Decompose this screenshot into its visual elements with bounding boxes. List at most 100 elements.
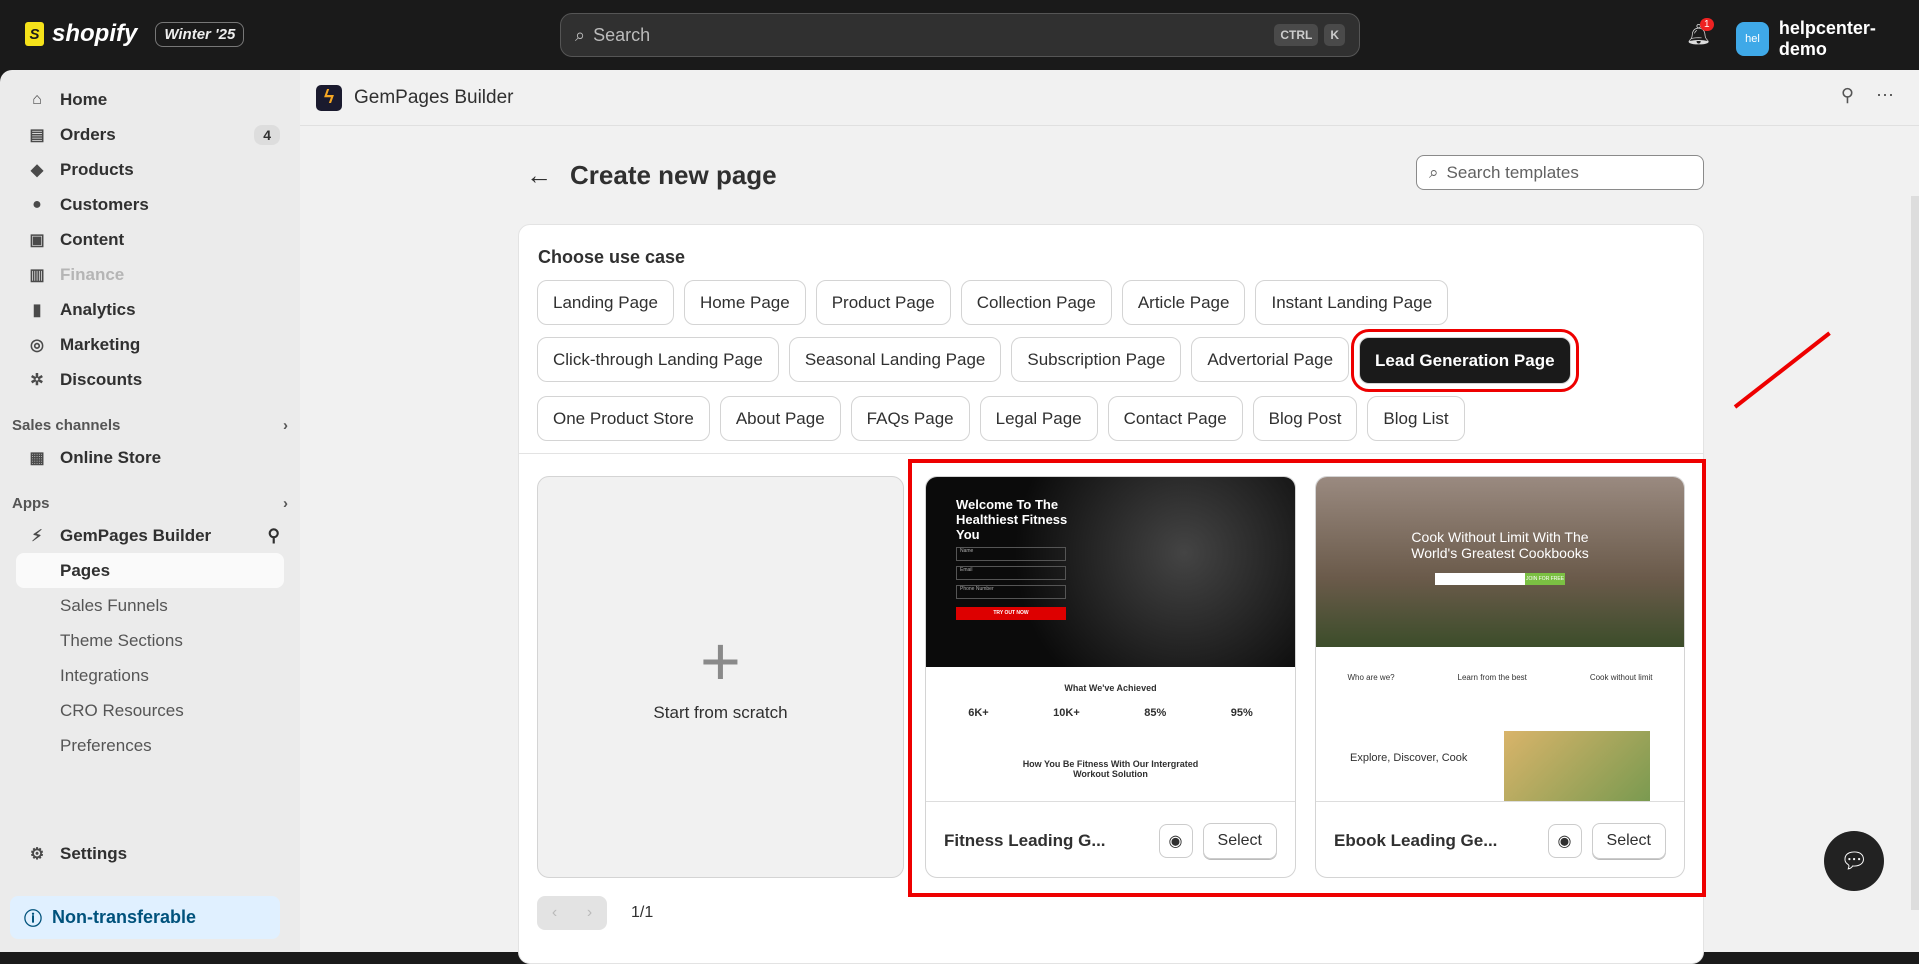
page-count: 1/1 xyxy=(631,904,654,921)
use-case-chip[interactable]: Instant Landing Page xyxy=(1255,280,1449,325)
count-badge: 4 xyxy=(254,124,280,145)
sidebar-item-products[interactable]: ◆ Products xyxy=(0,152,300,187)
sidebar-subitem[interactable]: Theme Sections xyxy=(0,623,300,658)
use-case-chip[interactable]: Blog Post xyxy=(1252,396,1358,441)
start-from-scratch[interactable]: + Start from scratch xyxy=(537,476,904,878)
use-case-chip[interactable]: Collection Page xyxy=(960,280,1112,325)
store-icon: ▦ xyxy=(29,449,45,467)
select-button[interactable]: Select xyxy=(1591,822,1666,859)
chevron-right-icon: › xyxy=(283,495,288,512)
use-case-chip[interactable]: Subscription Page xyxy=(1011,337,1182,382)
notification-badge: 1 xyxy=(1700,18,1714,31)
use-case-chips: Landing Page Home Page Product Page Collect… xyxy=(537,280,1657,441)
explore-text: Explore, Discover, Cook xyxy=(1350,752,1468,764)
main: ϟ GemPages Builder ⚲ ⋯ ← Create new page ⌕ S… xyxy=(300,70,1919,964)
search-placeholder: Search xyxy=(593,24,651,45)
sidebar-item-customers[interactable]: ● Customers xyxy=(0,187,300,222)
pin-icon[interactable]: ⚲ xyxy=(268,526,280,546)
use-case-chip[interactable]: Article Page xyxy=(1121,280,1246,325)
label: Non-transferable xyxy=(52,907,197,927)
more-icon[interactable]: ⋯ xyxy=(1876,85,1894,106)
label: Online Store xyxy=(60,447,162,467)
label: Discounts xyxy=(60,369,143,389)
placeholder: Search templates xyxy=(1446,162,1579,182)
shopify-logo[interactable]: Sshopify Winter '25 xyxy=(25,20,245,48)
scrollbar[interactable] xyxy=(1911,196,1919,910)
preview-eye-icon[interactable]: ◉ xyxy=(1547,823,1582,858)
template-card-fitness[interactable]: Welcome To The Healthiest Fitness You Na… xyxy=(925,476,1296,878)
use-case-chip[interactable]: Lead Generation Page xyxy=(1351,329,1579,392)
prev-icon[interactable]: ‹ xyxy=(552,904,557,922)
chat-icon[interactable]: 💬︎ xyxy=(1824,831,1884,891)
discounts-icon: ✲ xyxy=(30,371,44,389)
avatar: hel xyxy=(1736,22,1769,56)
sidebar-item-online-store[interactable]: ▦ Online Store xyxy=(0,440,300,475)
store-menu[interactable]: hel helpcenter-demo xyxy=(1736,18,1919,60)
sidebar-subitem[interactable]: Integrations xyxy=(0,658,300,693)
global-search[interactable]: ⌕ Search CTRL K xyxy=(560,13,1360,57)
page-title: Create new page xyxy=(570,160,777,190)
use-case-chip[interactable]: Click-through Landing Page xyxy=(537,337,779,382)
finance-icon: ▥ xyxy=(29,266,45,284)
col: Cook without limit xyxy=(1589,673,1653,682)
sidebar: ⌂ Home ▤ Orders 4 ◆ Products ● Customers ▣ Content… xyxy=(0,70,300,952)
sidebar-item-home[interactable]: ⌂ Home xyxy=(0,82,300,117)
sidebar-item-marketing[interactable]: ◎ Marketing xyxy=(0,327,300,362)
sidebar-item-analytics[interactable]: ▮ Analytics xyxy=(0,292,300,327)
use-case-chip[interactable]: One Product Store xyxy=(537,396,710,441)
sidebar-item-orders[interactable]: ▤ Orders 4 xyxy=(0,117,300,152)
search-templates-input[interactable]: ⌕ Search templates xyxy=(1416,155,1704,190)
use-case-chip[interactable]: FAQs Page xyxy=(850,396,970,441)
non-transferable-banner[interactable]: ⓘ Non-transferable xyxy=(10,896,280,939)
home-icon: ⌂ xyxy=(32,90,42,108)
label: Orders xyxy=(60,124,116,144)
template-name: Fitness Leading G... xyxy=(944,830,1106,850)
kbd-ctrl: CTRL xyxy=(1274,24,1319,46)
cta: TRY OUT NOW xyxy=(956,607,1066,620)
cta: JOIN FOR FREE xyxy=(1525,573,1565,585)
search-icon: ⌕ xyxy=(575,24,586,45)
sidebar-item-discounts[interactable]: ✲ Discounts xyxy=(0,362,300,397)
apps-label: Apps xyxy=(12,495,50,512)
sidebar-item-gempages[interactable]: ⚡︎ GemPages Builder ⚲ xyxy=(0,518,300,553)
pagination-buttons[interactable]: ‹ › xyxy=(537,896,607,930)
gempages-logo: ϟ xyxy=(316,84,342,111)
use-case-chip[interactable]: Legal Page xyxy=(979,396,1098,441)
pin-icon[interactable]: ⚲ xyxy=(1841,85,1854,106)
app-name: GemPages Builder xyxy=(354,86,514,108)
use-case-chip[interactable]: Blog List xyxy=(1367,396,1465,441)
next-icon[interactable]: › xyxy=(587,904,592,922)
template-card-ebook[interactable]: Cook Without Limit With The World's Grea… xyxy=(1315,476,1685,878)
col: Who are we? xyxy=(1347,673,1395,682)
use-case-chip[interactable]: About Page xyxy=(719,396,841,441)
select-button[interactable]: Select xyxy=(1202,822,1277,859)
use-case-chip[interactable]: Landing Page xyxy=(537,280,674,325)
sidebar-subitem[interactable]: Sales Funnels xyxy=(0,588,300,623)
version-badge: Winter '25 xyxy=(155,21,245,47)
sales-channels-header[interactable]: Sales channels › xyxy=(0,405,300,440)
stat: 10K+ xyxy=(1053,707,1080,719)
content-icon: ▣ xyxy=(29,231,45,249)
sidebar-item-finance[interactable]: ▥ Finance xyxy=(0,257,300,292)
use-case-chip[interactable]: Product Page xyxy=(815,280,951,325)
preview-eye-icon[interactable]: ◉ xyxy=(1158,823,1193,858)
use-case-chip[interactable]: Home Page xyxy=(683,280,806,325)
shopify-bag-icon: S xyxy=(25,22,44,46)
use-case-chip[interactable]: Seasonal Landing Page xyxy=(788,337,1002,382)
brand: shopify xyxy=(52,20,138,47)
sidebar-item-content[interactable]: ▣ Content xyxy=(0,222,300,257)
sidebar-subitem[interactable]: CRO Resources xyxy=(0,693,300,728)
marketing-icon: ◎ xyxy=(30,336,44,354)
use-case-chip[interactable]: Advertorial Page xyxy=(1191,337,1350,382)
apps-header[interactable]: Apps › xyxy=(0,483,300,518)
sidebar-item-settings[interactable]: ⚙ Settings xyxy=(0,836,300,871)
use-case-chip[interactable]: Contact Page xyxy=(1107,396,1243,441)
back-arrow-icon[interactable]: ← xyxy=(526,160,552,191)
plus-icon: + xyxy=(700,622,741,700)
label: Customers xyxy=(60,194,149,214)
app-header: ϟ GemPages Builder xyxy=(300,70,1919,126)
label: Content xyxy=(60,229,125,249)
sidebar-subitem[interactable]: Preferences xyxy=(0,728,300,763)
sidebar-subitem[interactable]: Pages xyxy=(16,553,284,588)
hero-title: Cook Without Limit With The World's Grea… xyxy=(1411,529,1589,561)
